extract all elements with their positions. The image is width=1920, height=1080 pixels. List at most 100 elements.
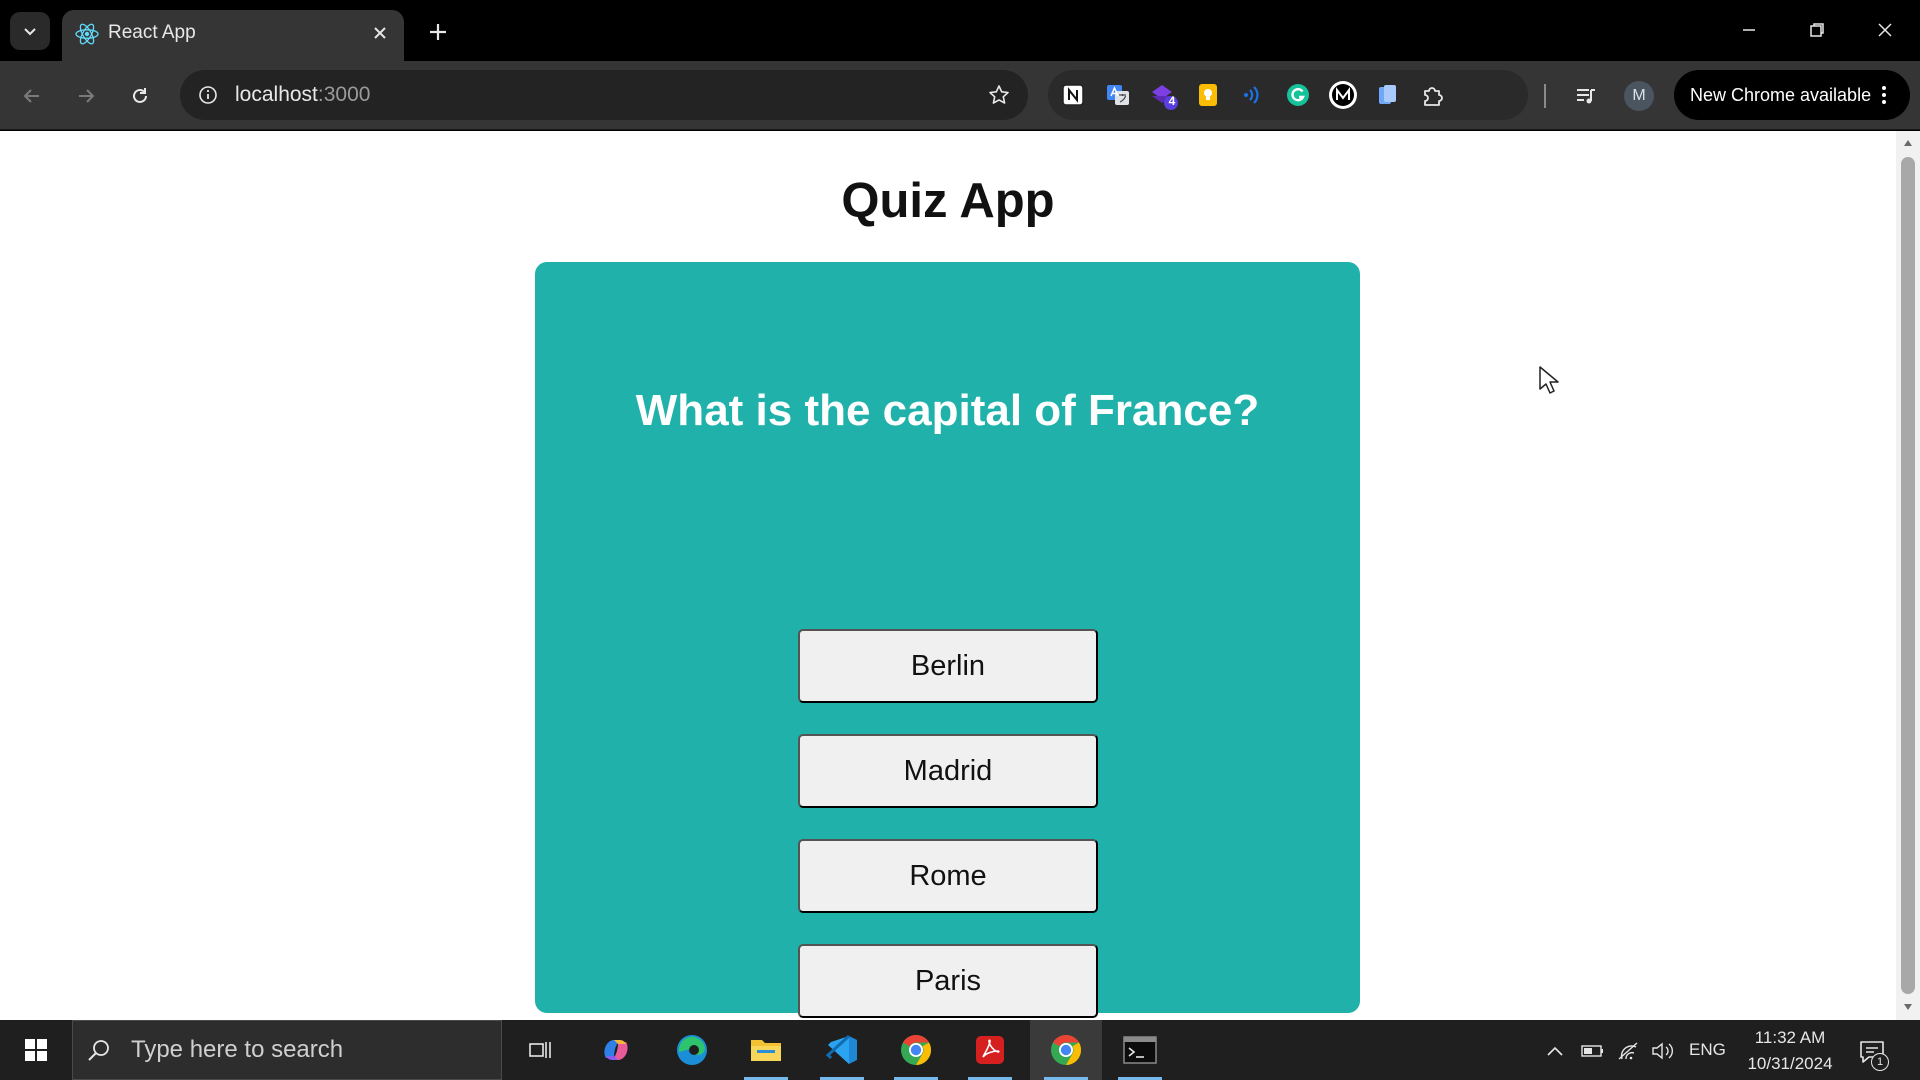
- folder-icon: [751, 1040, 781, 1061]
- start-button[interactable]: [0, 1020, 72, 1080]
- pdf-icon: [976, 1036, 1004, 1064]
- page-viewport: Quiz App What is the capital of France? …: [0, 131, 1896, 1020]
- profile-avatar[interactable]: M: [1624, 81, 1654, 111]
- chevron-up-icon: [1547, 1046, 1563, 1056]
- tab-react-app[interactable]: React App: [62, 10, 404, 61]
- volume-icon[interactable]: [1650, 1038, 1676, 1064]
- grammarly-extension[interactable]: [1283, 80, 1313, 110]
- battery-icon[interactable]: [1580, 1038, 1606, 1064]
- mouse-cursor-icon: [1539, 366, 1559, 394]
- input-language[interactable]: ENG: [1689, 1040, 1726, 1060]
- close-icon: [1878, 23, 1892, 37]
- info-icon: [199, 86, 217, 104]
- terminal-taskbar-button[interactable]: [1104, 1020, 1176, 1080]
- copilot-icon: [604, 1040, 628, 1060]
- page-title: Quiz App: [841, 174, 1055, 228]
- media-controls-button[interactable]: [1568, 78, 1604, 114]
- tab-search-button[interactable]: [10, 12, 50, 50]
- tab-close-button[interactable]: [366, 19, 394, 47]
- vscode-taskbar-button[interactable]: [806, 1020, 878, 1080]
- translate-extension[interactable]: [1103, 80, 1133, 110]
- notification-count-badge: 1: [1871, 1053, 1889, 1071]
- clock-date: 10/31/2024: [1747, 1054, 1833, 1073]
- restore-button[interactable]: [1794, 8, 1840, 52]
- vscode-icon: [825, 1034, 857, 1064]
- url-host: localhost: [235, 83, 318, 106]
- windows-logo-icon: [25, 1039, 47, 1061]
- chrome-active-taskbar-button[interactable]: [1030, 1020, 1102, 1080]
- scroll-down-icon[interactable]: [1902, 1001, 1914, 1013]
- scroll-up-icon[interactable]: [1902, 137, 1914, 149]
- answer-button-paris[interactable]: Paris: [798, 944, 1098, 1018]
- puzzle-icon: [1424, 87, 1443, 106]
- translate-icon: [1107, 85, 1129, 105]
- url-port: :3000: [317, 83, 371, 106]
- search-icon: [73, 1020, 125, 1080]
- bookmark-button[interactable]: [982, 78, 1016, 112]
- site-info-button[interactable]: [190, 77, 226, 113]
- wifi-icon[interactable]: [1616, 1038, 1642, 1064]
- chrome-icon: [901, 1035, 932, 1065]
- notion-icon: [1062, 84, 1084, 106]
- show-hidden-icons-button[interactable]: [1542, 1038, 1568, 1064]
- scroll-thumb[interactable]: [1901, 157, 1915, 994]
- edge-taskbar-button[interactable]: [656, 1020, 728, 1080]
- taskbar-clock[interactable]: 11:32 AM 10/31/2024: [1740, 1025, 1840, 1077]
- restore-icon: [1810, 23, 1824, 37]
- quiz-card: What is the capital of France? Berlin Ma…: [535, 262, 1360, 1018]
- browser-toolbar: localhost:3000 4 M New Chrome available: [0, 61, 1920, 130]
- medium-extension[interactable]: [1328, 80, 1358, 110]
- chrome-taskbar-button[interactable]: [880, 1020, 952, 1080]
- terminal-icon: [1123, 1036, 1157, 1064]
- copilot-taskbar-button[interactable]: [580, 1020, 652, 1080]
- reload-icon: [133, 88, 147, 103]
- task-view-icon: [529, 1042, 551, 1058]
- docs-extension[interactable]: [1373, 80, 1403, 110]
- answer-button-madrid[interactable]: Madrid: [798, 734, 1098, 808]
- chevron-down-icon: [24, 28, 36, 36]
- answer-button-rome[interactable]: Rome: [798, 839, 1098, 913]
- close-window-button[interactable]: [1862, 8, 1908, 52]
- windows-taskbar: Type here to search ENG 11:32 AM 10/31/2: [0, 1020, 1920, 1080]
- keep-extension[interactable]: [1193, 80, 1223, 110]
- grammarly-icon: [1287, 84, 1309, 106]
- clock-time: 11:32 AM: [1754, 1028, 1826, 1047]
- read-aloud-extension[interactable]: [1238, 80, 1268, 110]
- address-bar[interactable]: localhost:3000: [180, 70, 1028, 120]
- reload-button[interactable]: [122, 78, 158, 114]
- page-scrollbar[interactable]: [1896, 131, 1920, 1020]
- update-label: New Chrome available: [1690, 84, 1872, 105]
- purple-extension[interactable]: 4: [1148, 80, 1178, 110]
- edge-icon: [677, 1035, 707, 1065]
- back-button[interactable]: [14, 78, 50, 114]
- extensions-menu-button[interactable]: [1418, 80, 1448, 110]
- task-view-button[interactable]: [504, 1020, 576, 1080]
- taskbar-search-box[interactable]: Type here to search: [72, 1020, 502, 1080]
- minimize-icon: [1743, 29, 1755, 31]
- file-explorer-taskbar-button[interactable]: [730, 1020, 802, 1080]
- minimize-button[interactable]: [1726, 8, 1772, 52]
- kebab-menu-icon: [1872, 83, 1896, 107]
- star-icon: [989, 85, 1009, 104]
- search-placeholder: Type here to search: [131, 1036, 344, 1063]
- forward-button[interactable]: [68, 78, 104, 114]
- extensions-group: 4: [1048, 70, 1528, 120]
- chrome-update-button[interactable]: New Chrome available: [1674, 70, 1910, 120]
- sound-waves-icon: [1244, 86, 1259, 104]
- extension-badge-count: 4: [1168, 94, 1176, 108]
- plus-icon: [430, 24, 446, 40]
- close-icon: [374, 27, 386, 39]
- acrobat-taskbar-button[interactable]: [954, 1020, 1026, 1080]
- document-icon: [1379, 85, 1396, 104]
- medium-icon: [1329, 81, 1357, 109]
- new-tab-button[interactable]: [420, 14, 456, 50]
- arrow-left-icon: [23, 89, 39, 103]
- url-text: localhost:3000: [235, 83, 370, 107]
- tab-strip: React App: [0, 0, 1920, 61]
- arrow-right-icon: [79, 89, 95, 103]
- notion-extension[interactable]: [1058, 80, 1088, 110]
- tab-title: React App: [108, 22, 196, 43]
- answer-button-berlin[interactable]: Berlin: [798, 629, 1098, 703]
- chrome-icon: [1051, 1035, 1082, 1065]
- react-logo-icon: [75, 23, 99, 45]
